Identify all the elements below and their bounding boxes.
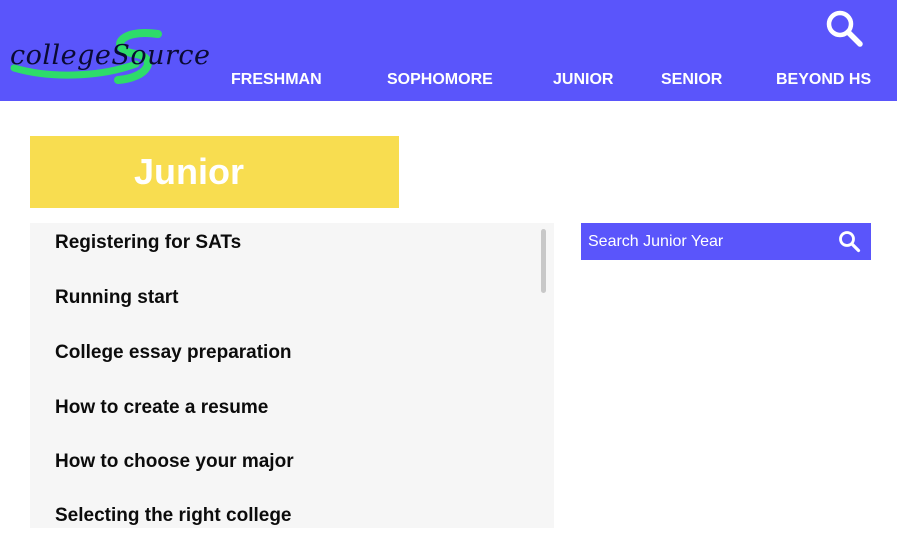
search-placeholder: Search Junior Year [588, 233, 724, 250]
search-junior-input[interactable]: Search Junior Year [581, 223, 871, 260]
page: collegeSource FRESHMAN SOPHOMORE JUNIOR … [0, 0, 897, 539]
search-icon[interactable] [837, 229, 861, 253]
logo-text: collegeSource [10, 40, 211, 71]
list-item[interactable]: College essay preparation [55, 342, 292, 364]
search-icon[interactable] [822, 6, 866, 50]
scrollbar-thumb[interactable] [541, 229, 546, 293]
list-item[interactable]: How to choose your major [55, 451, 294, 473]
list-item[interactable]: Registering for SATs [55, 232, 241, 254]
list-item[interactable]: Selecting the right college [55, 505, 292, 527]
list-item[interactable]: How to create a resume [55, 397, 268, 419]
nav-beyond-hs[interactable]: BEYOND HS [776, 71, 871, 89]
college-source-logo[interactable]: collegeSource [8, 28, 236, 86]
page-title-banner: Junior [30, 136, 399, 208]
list-item[interactable]: Running start [55, 287, 179, 309]
page-title: Junior [133, 151, 244, 192]
nav-sophomore[interactable]: SOPHOMORE [387, 71, 493, 89]
nav-junior[interactable]: JUNIOR [553, 71, 613, 89]
nav-freshman[interactable]: FRESHMAN [231, 71, 322, 89]
topic-list[interactable]: Registering for SATs Running start Colle… [30, 223, 554, 528]
nav-senior[interactable]: SENIOR [661, 71, 722, 89]
top-header: collegeSource FRESHMAN SOPHOMORE JUNIOR … [0, 0, 897, 101]
